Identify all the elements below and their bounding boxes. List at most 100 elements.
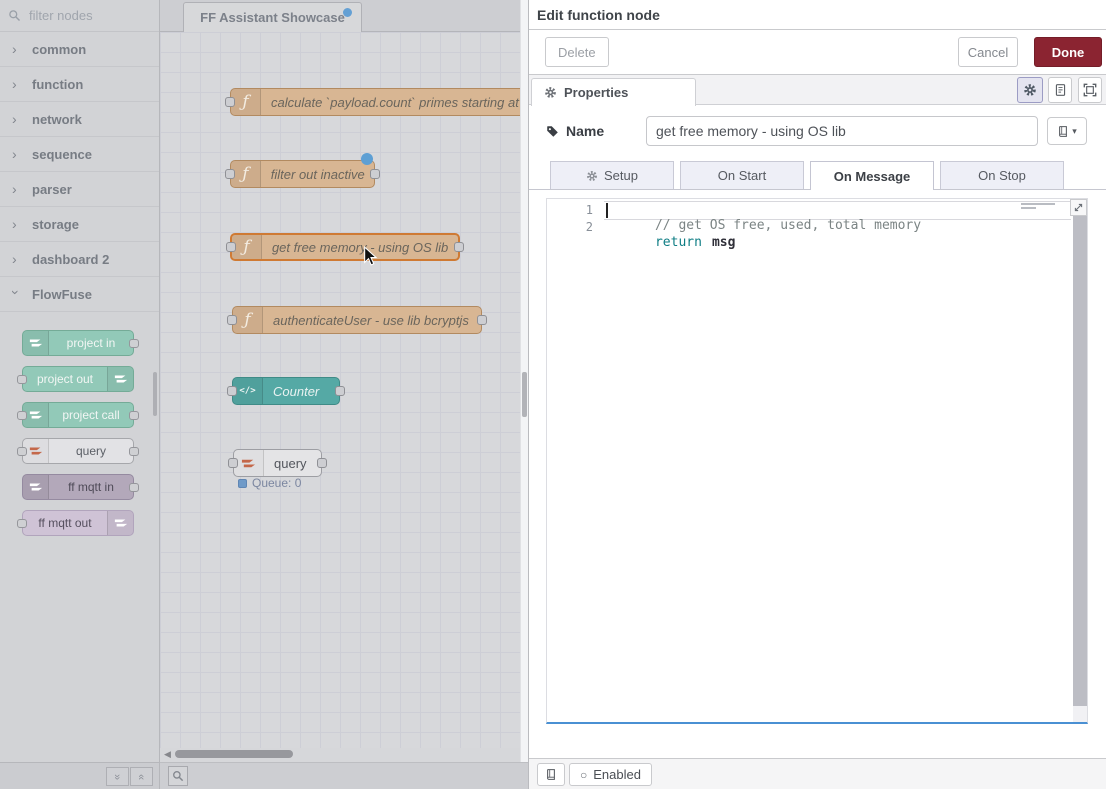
appearance-button[interactable] [1078, 77, 1102, 103]
palette-category-function[interactable]: › function [0, 67, 159, 102]
node-port-output[interactable] [129, 339, 139, 348]
canvas-horizontal-scrollbar[interactable]: ◀ [160, 748, 520, 760]
node-get-free-memory[interactable]: ƒ get free memory - using OS lib [230, 233, 460, 261]
search-flows-button[interactable] [168, 766, 188, 786]
chevron-right-icon: › [12, 217, 20, 231]
node-port-output[interactable] [477, 315, 487, 325]
palette-category-storage[interactable]: › storage [0, 207, 159, 242]
library-button[interactable]: ▾ [1047, 117, 1087, 145]
tab-properties-label: Properties [564, 85, 628, 100]
chevron-right-icon: › [12, 77, 20, 91]
palette-scrollbar[interactable] [153, 372, 157, 416]
palette-category-sequence[interactable]: › sequence [0, 137, 159, 172]
book-icon [1057, 125, 1069, 138]
palette-node-project-call[interactable]: project call [22, 402, 134, 428]
category-label: network [32, 112, 82, 127]
tab-on-message[interactable]: On Message [810, 161, 934, 190]
flowfuse-icon [23, 331, 49, 355]
category-label: parser [32, 182, 72, 197]
search-icon [8, 9, 21, 22]
collapse-categories-button[interactable]: » [106, 767, 129, 786]
node-port-input[interactable] [226, 242, 236, 252]
tab-properties[interactable]: Properties [531, 78, 696, 106]
node-port-input[interactable] [227, 386, 237, 396]
node-port-output[interactable] [129, 447, 139, 456]
edit-description-button[interactable] [1048, 77, 1072, 103]
node-authenticate-user[interactable]: ƒ authenticateUser - use lib bcryptjs [232, 306, 482, 334]
canvas-vertical-scrollbar[interactable] [520, 0, 528, 762]
function-icon: ƒ [232, 235, 262, 259]
circle-icon: ○ [580, 769, 587, 781]
node-status: Queue: 0 [238, 476, 301, 490]
tab-setup[interactable]: Setup [550, 161, 674, 189]
node-port-input[interactable] [227, 315, 237, 325]
node-port-output[interactable] [454, 242, 464, 252]
code-editor[interactable]: 1 2 // get OS free, used, total memory r… [546, 198, 1088, 724]
editor-scrollbar-thumb[interactable] [1073, 216, 1087, 706]
name-input[interactable] [646, 116, 1038, 146]
palette-node-ff-mqtt-in[interactable]: ff mqtt in [22, 474, 134, 500]
node-port-input[interactable] [228, 458, 238, 468]
scroll-left-arrow-icon[interactable]: ◀ [164, 749, 171, 760]
node-port-input[interactable] [17, 447, 27, 456]
node-port-input[interactable] [17, 411, 27, 420]
canvas-footer [160, 762, 528, 789]
palette-node-project-in[interactable]: project in [22, 330, 134, 356]
flow-canvas[interactable]: ƒ calculate `payload.count` primes start… [160, 32, 520, 748]
unsaved-changes-dot [343, 8, 352, 17]
node-label: get free memory - using OS lib [262, 235, 458, 259]
editor-scrollbar[interactable] [1073, 216, 1087, 722]
delete-button[interactable]: Delete [545, 37, 609, 67]
palette-search[interactable] [0, 0, 159, 32]
category-label: common [32, 42, 86, 57]
horizontal-scrollbar-thumb[interactable] [175, 750, 293, 758]
enabled-label: Enabled [593, 767, 641, 782]
palette-category-dashboard2[interactable]: › dashboard 2 [0, 242, 159, 277]
node-port-input[interactable] [17, 375, 27, 384]
dialog-toolbar: Delete Cancel Done [529, 30, 1106, 75]
node-help-button[interactable] [537, 763, 565, 786]
node-port-input[interactable] [225, 169, 235, 179]
node-port-output[interactable] [129, 483, 139, 492]
gear-icon [1023, 83, 1037, 97]
node-port-output[interactable] [129, 411, 139, 420]
vertical-scrollbar-thumb[interactable] [522, 372, 527, 417]
function-tab-strip: Setup On Start On Message On Stop [529, 157, 1106, 190]
gear-icon [586, 170, 598, 182]
tab-on-start[interactable]: On Start [680, 161, 804, 189]
edit-properties-button[interactable] [1017, 77, 1043, 103]
tab-label: Setup [604, 168, 638, 183]
palette-category-parser[interactable]: › parser [0, 172, 159, 207]
status-dot [238, 479, 247, 488]
palette-node-ff-mqtt-out[interactable]: ff mqtt out [22, 510, 134, 536]
palette-category-common[interactable]: › common [0, 32, 159, 67]
node-label: filter out inactive [261, 161, 374, 187]
enabled-toggle-button[interactable]: ○ Enabled [569, 763, 652, 786]
node-calculate-primes[interactable]: ƒ calculate `payload.count` primes start… [230, 88, 520, 116]
dialog-tab-strip: Properties [529, 75, 1106, 105]
function-icon: ƒ [231, 89, 261, 115]
flow-tab[interactable]: FF Assistant Showcase [183, 2, 362, 32]
expand-categories-button[interactable]: « [130, 767, 153, 786]
chevron-right-icon: › [12, 112, 20, 126]
palette-category-flowfuse[interactable]: › FlowFuse [0, 277, 159, 312]
tab-on-stop[interactable]: On Stop [940, 161, 1064, 189]
done-button[interactable]: Done [1034, 37, 1102, 67]
code-line-2: returnmsg [608, 220, 735, 265]
node-port-output[interactable] [317, 458, 327, 468]
palette-category-network[interactable]: › network [0, 102, 159, 137]
palette-node-query[interactable]: query [22, 438, 134, 464]
palette-node-project-out[interactable]: project out [22, 366, 134, 392]
node-filter-out-inactive[interactable]: ƒ filter out inactive [230, 160, 375, 188]
flowfuse-icon [107, 367, 133, 391]
node-port-input[interactable] [225, 97, 235, 107]
node-port-input[interactable] [17, 519, 27, 528]
cancel-button[interactable]: Cancel [958, 37, 1018, 67]
node-port-output[interactable] [370, 169, 380, 179]
node-query[interactable]: query [233, 449, 322, 477]
node-port-output[interactable] [335, 386, 345, 396]
node-counter[interactable]: </> Counter [232, 377, 340, 405]
expand-editor-button[interactable] [1070, 199, 1087, 216]
palette-search-input[interactable] [27, 7, 147, 24]
tab-label: On Stop [978, 168, 1026, 183]
